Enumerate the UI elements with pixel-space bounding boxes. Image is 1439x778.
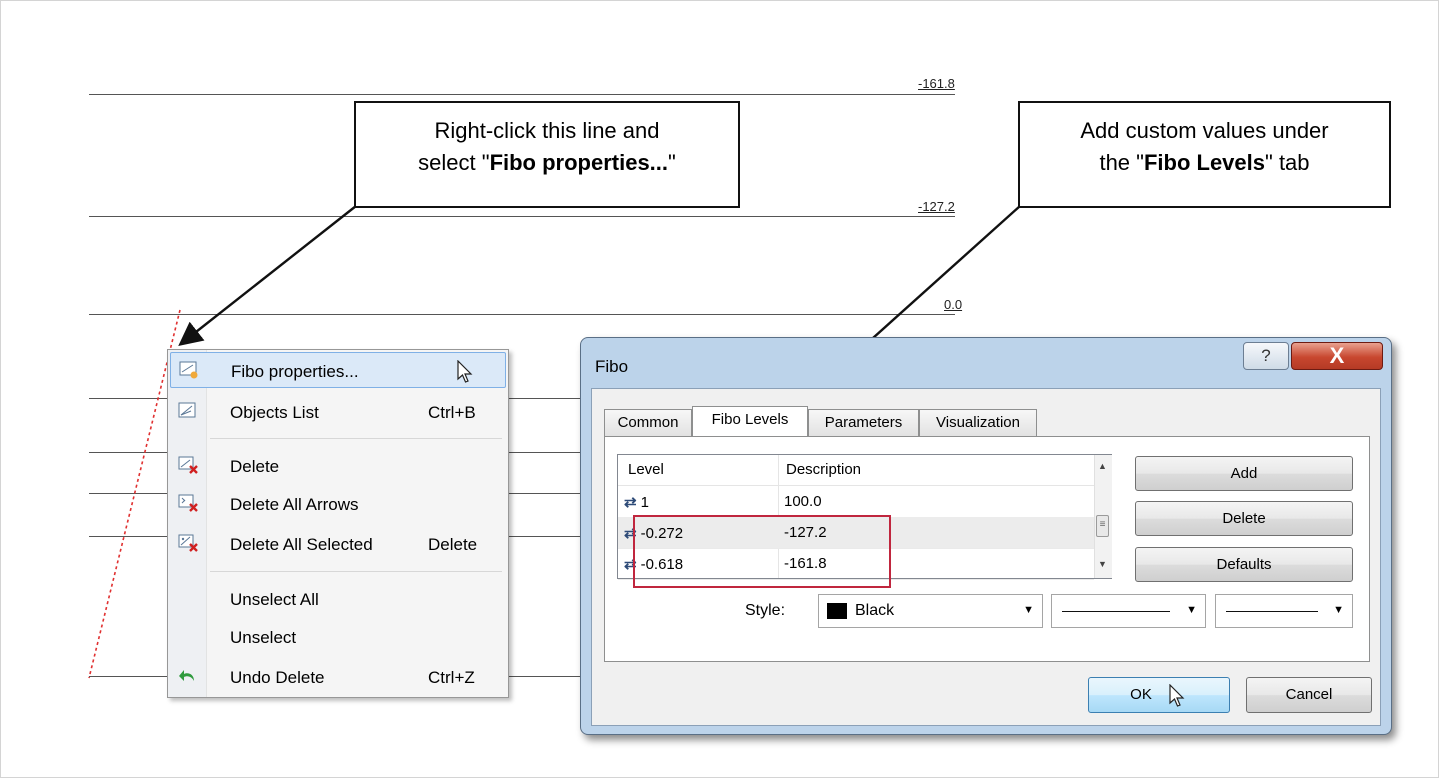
chevron-down-icon: ▼: [1023, 604, 1034, 616]
chevron-down-icon: ▼: [1186, 604, 1197, 616]
color-select[interactable]: Black ▼: [818, 594, 1043, 628]
line-width-select[interactable]: ▼: [1215, 594, 1353, 628]
line-style-preview: [1062, 611, 1170, 612]
table-row[interactable]: ⇄ 1 100.0: [618, 486, 1094, 518]
description-value: 100.0: [784, 493, 822, 510]
menu-item-label: Unselect All: [230, 590, 319, 609]
grid-scrollbar[interactable]: ▲ ≡ ▼: [1094, 455, 1112, 578]
tab-visualization[interactable]: Visualization: [919, 409, 1037, 436]
dialog-titlebar[interactable]: Fibo ? X: [581, 338, 1391, 388]
mouse-pointer-icon: [1169, 684, 1185, 707]
tab-common[interactable]: Common: [604, 409, 692, 436]
menu-separator: [210, 438, 502, 439]
chevron-down-icon: ▼: [1333, 604, 1344, 616]
menu-separator: [210, 571, 502, 572]
dialog-title: Fibo: [595, 357, 629, 376]
level-icon: ⇄: [624, 494, 637, 511]
delete-level-button[interactable]: Delete: [1135, 501, 1353, 536]
delete-icon: [178, 456, 198, 474]
menu-item-delete[interactable]: Delete: [170, 448, 506, 484]
callout-text: Add custom values under: [1080, 118, 1329, 143]
cancel-button[interactable]: Cancel: [1246, 677, 1372, 713]
menu-item-undo-delete[interactable]: Undo Delete Ctrl+Z: [170, 659, 506, 695]
color-swatch: [827, 603, 847, 619]
close-button[interactable]: X: [1291, 342, 1383, 370]
column-header-description[interactable]: Description: [786, 461, 861, 478]
menu-item-label: Delete All Selected: [230, 535, 373, 554]
menu-item-label: Fibo properties...: [231, 362, 359, 381]
custom-levels-highlight: [633, 515, 891, 588]
grid-header: Level Description: [618, 455, 1094, 486]
context-menu: Fibo properties... Objects List Ctrl+B D…: [167, 349, 509, 698]
menu-item-label: Undo Delete: [230, 668, 325, 687]
scroll-down-icon[interactable]: ▼: [1098, 559, 1107, 569]
menu-item-fibo-properties[interactable]: Fibo properties...: [170, 352, 506, 388]
tab-parameters[interactable]: Parameters: [808, 409, 919, 436]
delete-arrows-icon: [178, 494, 198, 512]
undo-icon: [179, 670, 194, 681]
menu-item-delete-all-selected[interactable]: Delete All Selected Delete: [170, 526, 506, 562]
menu-item-shortcut: Ctrl+Z: [428, 668, 475, 687]
menu-item-unselect-all[interactable]: Unselect All: [170, 581, 506, 617]
help-button[interactable]: ?: [1243, 342, 1289, 370]
menu-item-label: Delete All Arrows: [230, 495, 359, 514]
callout-arrow-left: [178, 205, 357, 346]
fibo-properties-icon: [179, 361, 198, 379]
add-button[interactable]: Add: [1135, 456, 1353, 491]
menu-item-label: Unselect: [230, 628, 297, 647]
delete-selected-icon: [178, 534, 198, 552]
menu-item-label: Objects List: [230, 403, 319, 422]
scroll-thumb[interactable]: ≡: [1096, 515, 1109, 537]
menu-item-objects-list[interactable]: Objects List Ctrl+B: [170, 394, 506, 430]
dialog-body: Common Fibo Levels Parameters Visualizat…: [591, 388, 1381, 726]
tab-fibo-levels[interactable]: Fibo Levels: [692, 406, 808, 436]
menu-item-unselect[interactable]: Unselect: [170, 619, 506, 655]
menu-item-shortcut: Ctrl+B: [428, 403, 476, 422]
column-header-level[interactable]: Level: [628, 461, 664, 478]
line-width-preview: [1226, 611, 1318, 612]
menu-item-label: Delete: [230, 457, 280, 476]
line-style-select[interactable]: ▼: [1051, 594, 1206, 628]
color-name: Black: [855, 602, 895, 619]
style-label: Style:: [745, 602, 786, 619]
objects-list-icon: [178, 402, 196, 418]
menu-item-delete-all-arrows[interactable]: Delete All Arrows: [170, 486, 506, 522]
scroll-up-icon[interactable]: ▲: [1098, 461, 1107, 471]
menu-item-shortcut: Delete: [428, 535, 478, 554]
defaults-button[interactable]: Defaults: [1135, 547, 1353, 582]
callout-text: Right-click this line and: [434, 118, 660, 143]
callout-right: Add custom values under the "Fibo Levels…: [1018, 101, 1391, 208]
mouse-pointer-icon: [457, 360, 473, 383]
level-value: 1: [640, 494, 649, 511]
fibo-dialog: Fibo ? X Common Fibo Levels Parameters V…: [580, 337, 1392, 735]
ok-button[interactable]: OK: [1088, 677, 1230, 713]
callout-left: Right-click this line and select "Fibo p…: [354, 101, 740, 208]
